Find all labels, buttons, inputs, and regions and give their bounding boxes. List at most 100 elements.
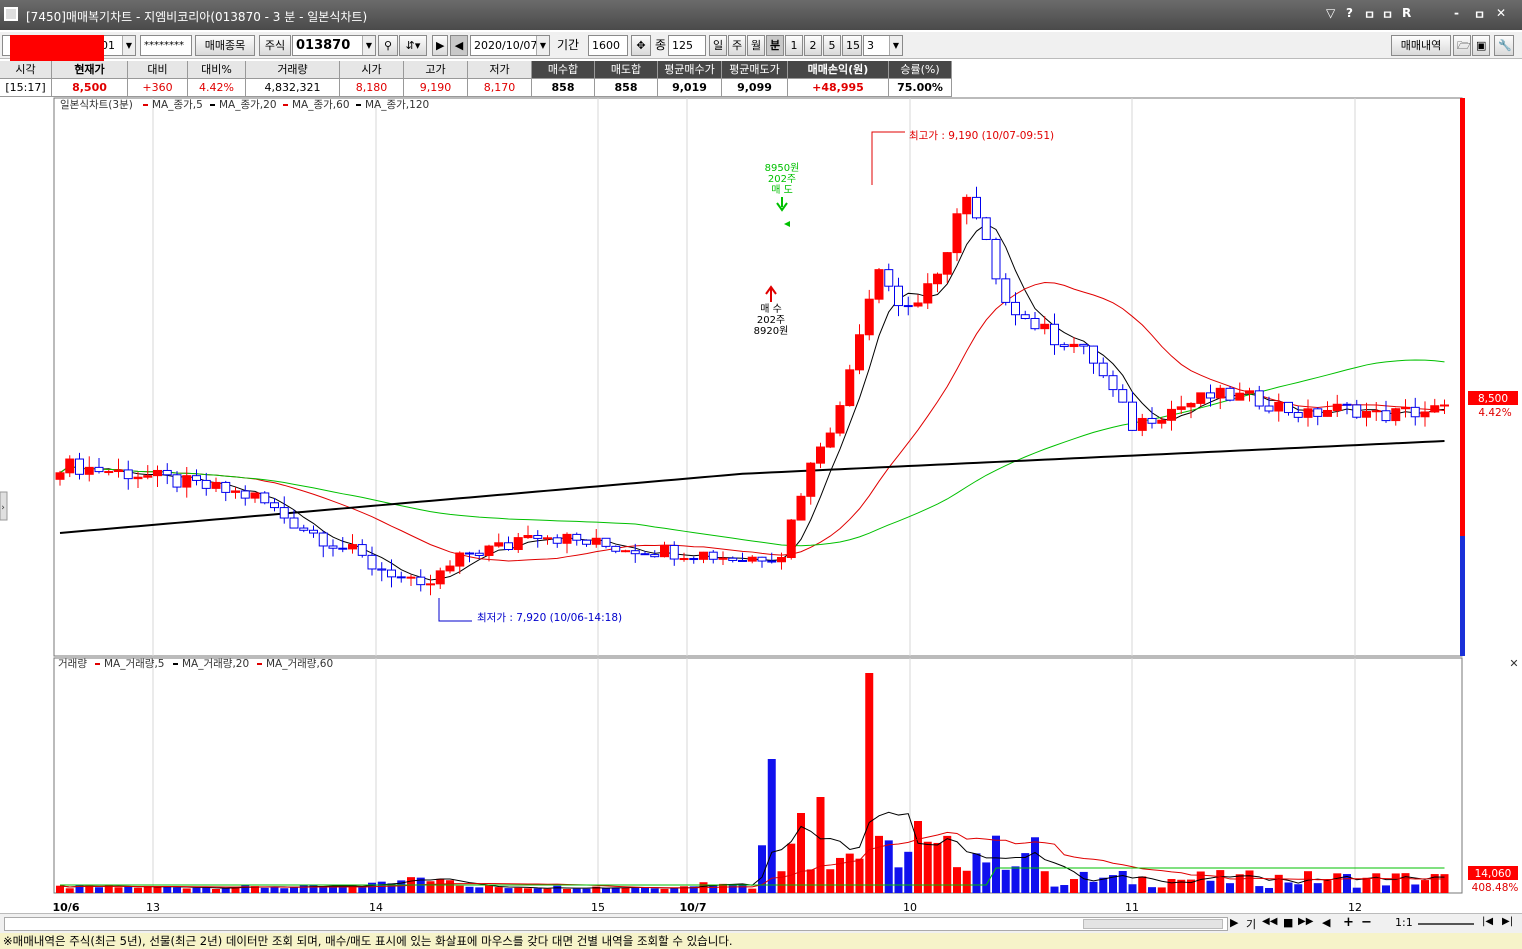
- qv-volume: 4,832,321: [246, 79, 340, 97]
- candle-body: [1059, 344, 1069, 348]
- sell-marker-icon: [784, 221, 790, 227]
- fast-forward-icon[interactable]: ▶▶: [1298, 916, 1313, 927]
- candlestick-chart[interactable]: 일본식차트(3분) MA_종가,5 MA_종가,20 MA_종가,60 MA_종…: [0, 97, 1522, 913]
- candle-body: [962, 196, 972, 215]
- volume-bar: [1011, 866, 1020, 893]
- tf-15[interactable]: 15: [842, 35, 862, 56]
- volume-bar: [280, 888, 289, 893]
- candle-body: [1264, 405, 1274, 412]
- candle-body: [1284, 401, 1293, 414]
- qh-change: 대비: [128, 61, 188, 79]
- zoom-out-icon[interactable]: −: [1361, 915, 1372, 930]
- candle-body: [679, 558, 689, 561]
- minute-select[interactable]: 3 ▼: [863, 35, 903, 56]
- volume-bar: [182, 888, 191, 893]
- chevron-down-icon[interactable]: ▼: [536, 36, 549, 55]
- ma5-line: [59, 223, 1445, 581]
- candle-body: [1069, 343, 1079, 348]
- buy-arrow-icon[interactable]: [765, 285, 777, 302]
- qh-time: 시각: [0, 61, 52, 79]
- candle-body: [1293, 412, 1303, 418]
- sell-arrow-icon[interactable]: [776, 197, 788, 212]
- zoom-slider[interactable]: [1418, 923, 1474, 925]
- chevron-down-icon[interactable]: ▼: [362, 36, 375, 55]
- candle-body: [1352, 404, 1362, 418]
- moving-averages: [59, 223, 1445, 581]
- volume-bar: [124, 886, 133, 893]
- folder-icon[interactable]: 🗁: [1453, 35, 1471, 56]
- play-left-icon[interactable]: ◀: [450, 35, 468, 56]
- wrench-icon[interactable]: 🔧: [1494, 35, 1514, 56]
- period-label: 기간: [557, 38, 580, 52]
- volume-bar: [475, 887, 484, 893]
- trade-items-button[interactable]: 매매종목: [195, 35, 255, 56]
- go-start-icon[interactable]: |◀: [1482, 916, 1493, 927]
- save-icon[interactable]: ▣: [1472, 35, 1490, 56]
- tf-week[interactable]: 주: [728, 35, 746, 56]
- candle-body: [1206, 392, 1215, 399]
- stop-icon[interactable]: ■: [1283, 916, 1293, 929]
- volume-bar: [85, 885, 94, 893]
- scroll-right-icon[interactable]: ▶: [1230, 916, 1238, 929]
- tf-month[interactable]: 월: [747, 35, 765, 56]
- minimize-tray-icon[interactable]: ▽: [1326, 6, 1335, 20]
- volume-bar: [621, 887, 630, 893]
- sort-icon[interactable]: ⇵▾: [399, 35, 427, 56]
- time-label: 10/7: [680, 901, 707, 913]
- zoom-ratio[interactable]: 1:1: [1395, 916, 1413, 929]
- time-label: 11: [1125, 901, 1139, 913]
- candle-body: [1420, 411, 1430, 418]
- play-right-icon[interactable]: ▶: [432, 35, 448, 56]
- time-axis: 10/6 13 14 15 10/7 10 11 12: [53, 901, 1362, 913]
- maximize-icon[interactable]: ㅁ: [1474, 6, 1485, 23]
- code-input[interactable]: 013870 ▼: [292, 35, 376, 56]
- tf-1[interactable]: 1: [785, 35, 803, 56]
- period-toggle[interactable]: 기: [1246, 916, 1256, 932]
- candle-body: [582, 539, 591, 545]
- qh-avg-buy: 평균매수가: [658, 61, 722, 79]
- candle-body: [1147, 417, 1157, 424]
- candle-body: [94, 466, 104, 473]
- search-icon[interactable]: ⚲: [378, 35, 398, 56]
- volume-axis-percent: 408.48%: [1472, 882, 1519, 894]
- tf-5[interactable]: 5: [823, 35, 841, 56]
- refresh-icon[interactable]: R: [1402, 6, 1411, 20]
- date-input[interactable]: 2020/10/07 ▼: [470, 35, 550, 56]
- scroll-thumb[interactable]: [1083, 919, 1223, 929]
- trade-history-button[interactable]: 매매내역: [1391, 35, 1451, 56]
- layout-icon[interactable]: ㅁ: [1364, 6, 1375, 23]
- app-icon: [4, 7, 18, 21]
- crosshair-icon[interactable]: ✥: [631, 35, 651, 56]
- candle-body: [123, 469, 133, 480]
- count-input[interactable]: 125: [668, 35, 706, 56]
- step-back-icon[interactable]: ◀: [1322, 916, 1330, 929]
- title-bar: [7450]매매복기차트 - 지엠비코리아(013870 - 3 분 - 일본식…: [0, 0, 1522, 30]
- go-end-icon[interactable]: ▶|: [1502, 916, 1513, 927]
- password-field[interactable]: ********: [140, 35, 192, 56]
- horizontal-scrollbar[interactable]: [4, 917, 1228, 931]
- rewind-icon[interactable]: ◀◀: [1262, 916, 1277, 927]
- close-icon[interactable]: ✕: [1496, 6, 1506, 20]
- minimize-icon[interactable]: -: [1454, 6, 1459, 20]
- help-icon[interactable]: ?: [1346, 6, 1353, 20]
- candle-body: [406, 576, 416, 579]
- price-axis-percent: 4.42%: [1478, 407, 1511, 419]
- candle-body: [572, 533, 582, 541]
- zoom-in-icon[interactable]: +: [1343, 915, 1354, 930]
- chevron-right-icon[interactable]: ›: [1, 503, 5, 513]
- volume-bar: [1031, 837, 1039, 893]
- tf-day[interactable]: 일: [709, 35, 727, 56]
- chart-area[interactable]: 일본식차트(3분) MA_종가,5 MA_종가,20 MA_종가,60 MA_종…: [0, 97, 1522, 913]
- tf-2[interactable]: 2: [804, 35, 822, 56]
- chevron-down-icon[interactable]: ▼: [889, 36, 902, 55]
- chevron-down-icon[interactable]: ▼: [122, 36, 135, 55]
- candle-body: [533, 535, 543, 539]
- tile-icon[interactable]: ㅁ: [1382, 6, 1393, 23]
- close-pane-icon[interactable]: ✕: [1509, 657, 1518, 670]
- tf-minute[interactable]: 분: [766, 35, 784, 56]
- price-axis-value: 8,500: [1478, 393, 1508, 405]
- market-select[interactable]: 주식: [259, 35, 291, 56]
- volume-bar: [1421, 880, 1429, 893]
- period-input[interactable]: 1600: [588, 35, 628, 56]
- volume-bar: [1226, 883, 1234, 893]
